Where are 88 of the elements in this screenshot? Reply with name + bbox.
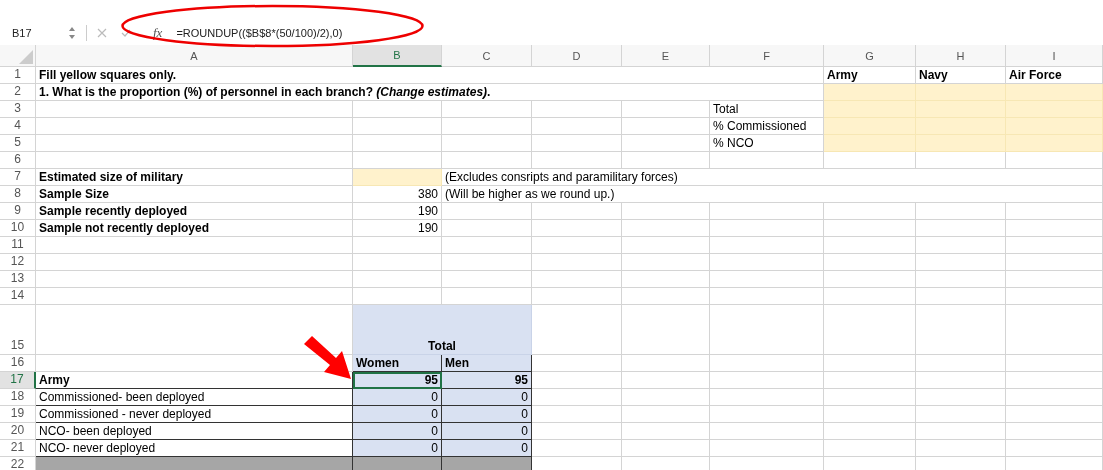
table-cell[interactable]: (Excludes consripts and paramilitary forces) — [442, 169, 1103, 186]
row-header[interactable]: 18 — [0, 389, 36, 406]
row-header[interactable]: 17 — [0, 372, 36, 389]
row-header[interactable]: 8 — [0, 186, 36, 203]
table-cell[interactable]: NCO- been deployed — [36, 423, 353, 440]
input-cell[interactable] — [824, 118, 916, 135]
row-header[interactable]: 15 — [0, 305, 36, 355]
column-header[interactable]: C — [442, 45, 532, 67]
filled-cell[interactable] — [442, 457, 532, 470]
table-cell[interactable]: 1. What is the proportion (%) of personnel in each branch? (Change estimates). — [36, 84, 824, 101]
row-header[interactable]: 2 — [0, 84, 36, 101]
input-cell[interactable] — [1006, 84, 1103, 101]
table-cell[interactable]: 0 — [442, 389, 532, 406]
table-cell[interactable]: Army — [824, 67, 916, 84]
table-cell[interactable]: Army — [36, 372, 353, 389]
close-icon[interactable] — [97, 27, 107, 38]
column-header[interactable]: H — [916, 45, 1006, 67]
table-cell[interactable]: 95 — [442, 372, 532, 389]
table-cell[interactable]: 190 — [353, 220, 442, 237]
spinner-icon[interactable] — [68, 25, 76, 40]
table-cell[interactable]: 0 — [353, 440, 442, 457]
row-header[interactable]: 1 — [0, 67, 36, 84]
check-icon[interactable] — [121, 27, 131, 38]
row-header[interactable]: 3 — [0, 101, 36, 118]
table-cell[interactable]: 0 — [442, 440, 532, 457]
row-header[interactable]: 6 — [0, 152, 36, 169]
table-cell[interactable]: 0 — [353, 423, 442, 440]
row-header[interactable]: 9 — [0, 203, 36, 220]
column-header[interactable]: I — [1006, 45, 1103, 67]
row-header[interactable]: 13 — [0, 271, 36, 288]
table-cell[interactable]: Sample not recently deployed — [36, 220, 353, 237]
row-header[interactable]: 16 — [0, 355, 36, 372]
column-header[interactable]: G — [824, 45, 916, 67]
table-cell[interactable]: 0 — [442, 423, 532, 440]
table-cell[interactable]: 0 — [353, 406, 442, 423]
input-cell[interactable] — [353, 169, 442, 186]
table-cell[interactable]: 0 — [353, 389, 442, 406]
input-cell[interactable] — [916, 135, 1006, 152]
table-cell[interactable]: 95 — [353, 372, 442, 389]
table-cell[interactable]: 0 — [442, 406, 532, 423]
input-cell[interactable] — [916, 84, 1006, 101]
row-header[interactable]: 14 — [0, 288, 36, 305]
table-cell[interactable]: Sample Size — [36, 186, 353, 203]
table-cell[interactable]: Fill yellow squares only. — [36, 67, 824, 84]
name-box[interactable]: B17 — [0, 26, 60, 39]
formula-text[interactable]: =ROUNDUP(($B$8*(50/100)/2),0) — [176, 26, 343, 39]
column-header[interactable]: D — [532, 45, 622, 67]
row-header[interactable]: 10 — [0, 220, 36, 237]
row-header[interactable]: 7 — [0, 169, 36, 186]
row-header[interactable]: 12 — [0, 254, 36, 271]
column-header[interactable]: A — [36, 45, 353, 67]
table-cell[interactable]: Navy — [916, 67, 1006, 84]
input-cell[interactable] — [824, 101, 916, 118]
input-cell[interactable] — [824, 135, 916, 152]
table-cell[interactable]: Sample recently deployed — [36, 203, 353, 220]
table-cell[interactable]: Men — [442, 355, 532, 372]
table-cell[interactable]: Total — [353, 305, 532, 355]
table-cell[interactable]: Air Force — [1006, 67, 1103, 84]
row-header[interactable]: 5 — [0, 135, 36, 152]
function-label[interactable]: fx — [153, 24, 163, 41]
table-cell[interactable]: (Will be higher as we round up.) — [442, 186, 1103, 203]
input-cell[interactable] — [1006, 135, 1103, 152]
table-cell[interactable]: Total — [710, 101, 824, 118]
filled-cell[interactable] — [36, 457, 353, 470]
filled-cell[interactable] — [353, 457, 442, 470]
input-cell[interactable] — [824, 84, 916, 101]
input-cell[interactable] — [916, 101, 1006, 118]
table-cell[interactable]: 190 — [353, 203, 442, 220]
table-cell[interactable]: NCO- never deployed — [36, 440, 353, 457]
table-cell[interactable]: % NCO — [710, 135, 824, 152]
column-header[interactable]: E — [622, 45, 710, 67]
row-header[interactable]: 21 — [0, 440, 36, 457]
table-cell[interactable]: Commissioned- been deployed — [36, 389, 353, 406]
table-cell[interactable]: % Commissioned — [710, 118, 824, 135]
table-cell[interactable]: Estimated size of military — [36, 169, 353, 186]
input-cell[interactable] — [1006, 118, 1103, 135]
input-cell[interactable] — [916, 118, 1006, 135]
table-cell[interactable]: Commissioned - never deployed — [36, 406, 353, 423]
row-header[interactable]: 4 — [0, 118, 36, 135]
table-cell[interactable]: Women — [353, 355, 442, 372]
row-header[interactable]: 19 — [0, 406, 36, 423]
row-header[interactable]: 20 — [0, 423, 36, 440]
table-cell[interactable]: 380 — [353, 186, 442, 203]
input-cell[interactable] — [1006, 101, 1103, 118]
select-all-icon[interactable] — [19, 50, 33, 64]
column-header[interactable]: B — [353, 45, 442, 67]
column-header[interactable]: F — [710, 45, 824, 67]
row-header[interactable]: 11 — [0, 237, 36, 254]
